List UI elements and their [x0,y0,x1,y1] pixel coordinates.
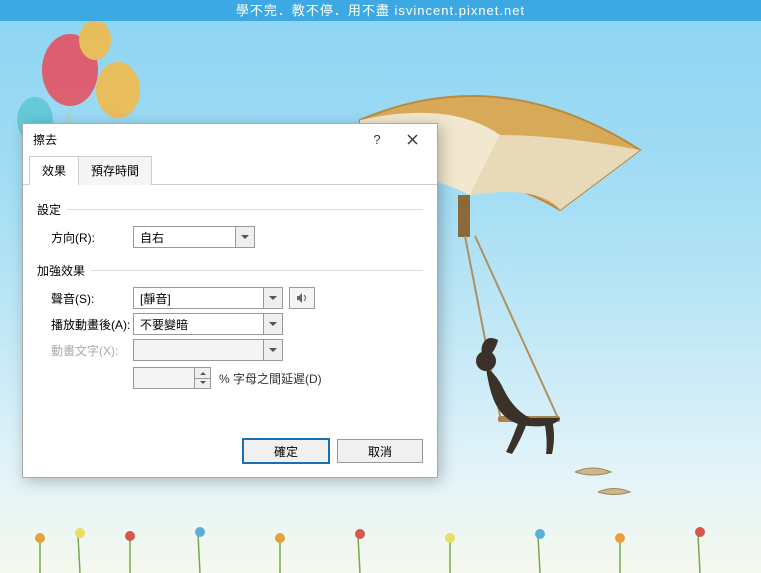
chevron-down-icon[interactable] [236,227,254,247]
ok-button[interactable]: 確定 [243,439,329,463]
sound-preview-button[interactable] [289,287,315,309]
direction-value: 自右 [134,227,236,247]
spinner-down-icon [195,379,210,389]
animate-text-label: 動畫文字(X): [51,342,133,359]
delay-input [133,367,195,389]
direction-combo[interactable]: 自右 [133,226,255,248]
direction-label: 方向(R): [51,229,133,246]
delay-spinner [133,367,211,389]
chevron-down-icon [264,340,282,360]
after-animation-combo[interactable]: 不要變暗 [133,313,283,335]
delay-suffix-label: % 字母之間延遲(D) [219,370,322,387]
cancel-button[interactable]: 取消 [337,439,423,463]
dialog-content: 設定 方向(R): 自右 加強效果 聲音(S): [靜音] 播放動 [23,185,437,429]
animate-text-combo [133,339,283,361]
section-enhance-label: 加強效果 [37,262,423,279]
sound-label: 聲音(S): [51,290,133,307]
sound-value: [靜音] [134,288,264,308]
page-watermark: 學不完．教不停．用不盡 isvincent.pixnet.net [0,0,761,21]
spinner-up-icon [195,368,210,379]
effect-options-dialog: 擦去 ? 效果 預存時間 設定 方向(R): 自右 加強效果 聲音(S): [靜… [22,123,438,478]
animate-text-value [134,340,264,360]
spinner-buttons [195,367,211,389]
dialog-titlebar: 擦去 ? [23,124,437,154]
close-icon [407,134,418,145]
after-animation-label: 播放動畫後(A): [51,316,133,333]
chevron-down-icon[interactable] [264,314,282,334]
help-button[interactable]: ? [361,128,393,150]
tab-effect[interactable]: 效果 [29,156,79,185]
after-animation-value: 不要變暗 [134,314,264,334]
sound-combo[interactable]: [靜音] [133,287,283,309]
tab-timing[interactable]: 預存時間 [78,156,152,185]
dialog-title: 擦去 [33,131,361,148]
section-settings-label: 設定 [37,201,423,218]
chevron-down-icon[interactable] [264,288,282,308]
close-button[interactable] [393,128,431,150]
tab-bar: 效果 預存時間 [23,156,437,185]
speaker-icon [295,291,309,305]
dialog-button-row: 確定 取消 [23,429,437,477]
